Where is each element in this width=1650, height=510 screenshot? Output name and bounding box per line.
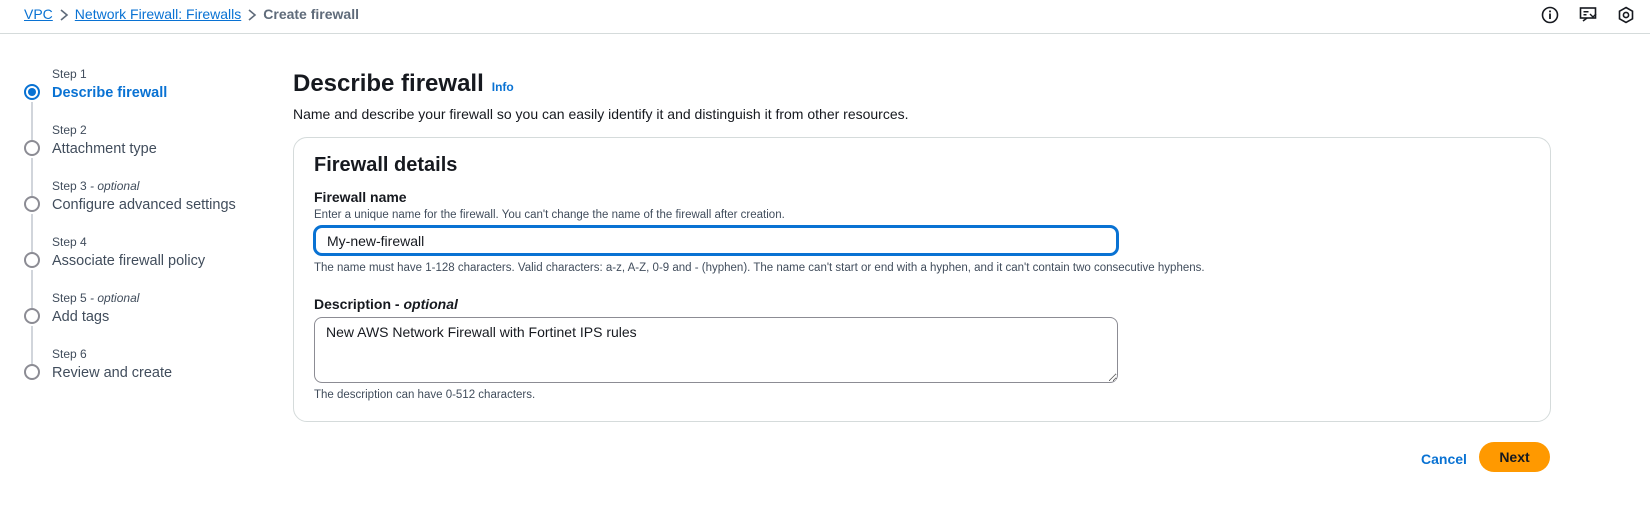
chevron-right-icon xyxy=(53,6,75,22)
step-circle-icon xyxy=(24,364,40,380)
step-label: Describe firewall xyxy=(52,85,168,101)
info-link[interactable]: Info xyxy=(492,80,514,94)
cancel-button[interactable]: Cancel xyxy=(1408,444,1480,474)
step-number: Step 5 - optional xyxy=(52,291,140,305)
step-circle-icon xyxy=(24,308,40,324)
firewall-name-constraint: The name must have 1-128 characters. Val… xyxy=(314,262,1205,274)
breadcrumb-current: Create firewall xyxy=(263,6,359,22)
settings-hex-icon[interactable] xyxy=(1616,5,1636,25)
wizard-steps: Step 1 Describe firewall Step 2 Attachme… xyxy=(24,66,274,402)
step-circle-icon xyxy=(24,196,40,212)
step-number: Step 3 - optional xyxy=(52,179,140,193)
description-constraint: The description can have 0-512 character… xyxy=(314,389,536,401)
firewall-name-hint: Enter a unique name for the firewall. Yo… xyxy=(314,209,785,221)
container-title: Firewall details xyxy=(314,154,458,176)
step-circle-icon xyxy=(24,140,40,156)
step-configure-advanced[interactable]: Step 3 - optional Configure advanced set… xyxy=(24,178,274,252)
step-number: Step 2 xyxy=(52,123,87,137)
breadcrumb-vpc[interactable]: VPC xyxy=(24,6,53,22)
info-icon[interactable] xyxy=(1540,5,1560,25)
top-bar: VPC Network Firewall: Firewalls Create f… xyxy=(0,0,1650,34)
step-describe-firewall[interactable]: Step 1 Describe firewall xyxy=(24,66,274,140)
step-add-tags[interactable]: Step 5 - optional Add tags xyxy=(24,290,274,364)
step-number: Step 6 xyxy=(52,347,87,361)
step-label: Review and create xyxy=(52,365,173,381)
step-label: Configure advanced settings xyxy=(52,197,236,213)
firewall-details-container: Firewall details Firewall name Enter a u… xyxy=(293,137,1551,422)
breadcrumb-network-firewall[interactable]: Network Firewall: Firewalls xyxy=(75,6,241,22)
step-label: Attachment type xyxy=(52,141,157,157)
step-label: Add tags xyxy=(52,309,110,325)
page-title: Describe firewall Info xyxy=(293,70,1551,98)
feedback-icon[interactable] xyxy=(1578,5,1598,25)
main-content: Describe firewall Info Name and describe… xyxy=(293,70,1551,422)
step-circle-icon xyxy=(24,252,40,268)
step-current-icon xyxy=(24,84,40,100)
page-title-text: Describe firewall xyxy=(293,70,484,97)
top-icons xyxy=(1540,5,1636,25)
next-button[interactable]: Next xyxy=(1479,442,1550,472)
firewall-name-label: Firewall name xyxy=(314,189,407,205)
chevron-right-icon xyxy=(241,6,263,22)
step-number: Step 4 xyxy=(52,235,87,249)
step-label: Associate firewall policy xyxy=(52,253,206,269)
breadcrumb: VPC Network Firewall: Firewalls Create f… xyxy=(24,6,359,22)
page-description: Name and describe your firewall so you c… xyxy=(293,106,909,122)
step-associate-policy[interactable]: Step 4 Associate firewall policy xyxy=(24,234,274,308)
firewall-name-input[interactable] xyxy=(314,226,1118,255)
step-review-create[interactable]: Step 6 Review and create xyxy=(24,346,274,402)
description-textarea[interactable]: New AWS Network Firewall with Fortinet I… xyxy=(314,317,1118,383)
step-attachment-type[interactable]: Step 2 Attachment type xyxy=(24,122,274,196)
step-number: Step 1 xyxy=(52,67,87,81)
description-label: Description - optional xyxy=(314,296,458,312)
